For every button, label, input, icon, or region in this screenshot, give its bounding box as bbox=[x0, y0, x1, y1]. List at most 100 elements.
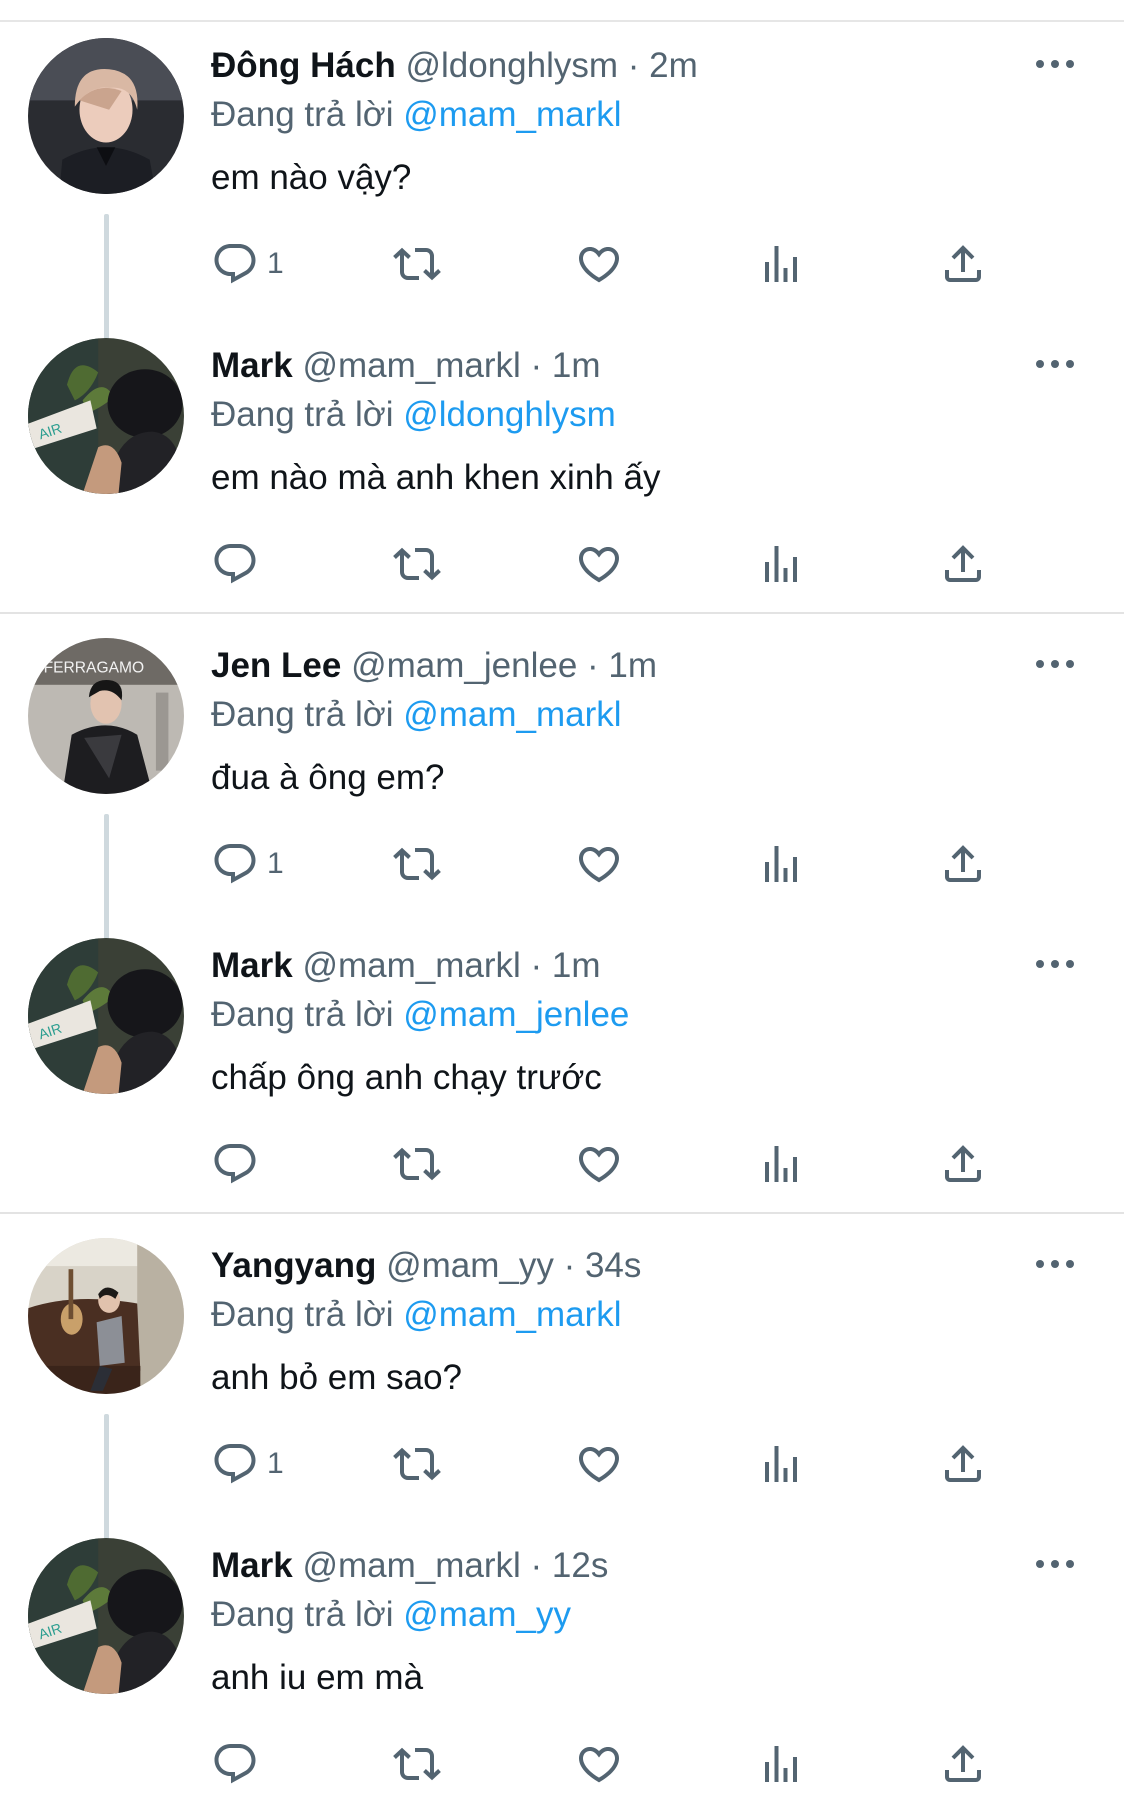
tweet-header: Mark @mam_markl · 1m bbox=[211, 944, 1084, 988]
like-button[interactable] bbox=[575, 1136, 623, 1192]
thread-divider bbox=[0, 1212, 1124, 1214]
tweet[interactable]: Yangyang @mam_yy · 34s Đang trả lời @mam… bbox=[0, 1220, 1124, 1556]
tweet[interactable]: AIR Mark @mam_markl · 1m Đang trả lời @m… bbox=[0, 920, 1124, 1220]
display-name[interactable]: Mark bbox=[211, 1546, 293, 1585]
replying-to-line: Đang trả lời @mam_markl bbox=[211, 93, 1084, 137]
views-button[interactable] bbox=[757, 1436, 805, 1492]
more-options-button[interactable] bbox=[1036, 1554, 1080, 1574]
like-button[interactable] bbox=[575, 1436, 623, 1492]
reply-button[interactable]: 1 bbox=[211, 836, 284, 892]
avatar-mark[interactable]: AIR bbox=[28, 338, 184, 494]
retweet-button[interactable] bbox=[393, 236, 441, 292]
retweet-icon bbox=[393, 547, 441, 581]
reply-button[interactable]: 1 bbox=[211, 236, 284, 292]
reply-count: 1 bbox=[267, 847, 284, 880]
share-button[interactable] bbox=[939, 1136, 987, 1192]
retweet-button[interactable] bbox=[393, 1136, 441, 1192]
display-name[interactable]: Mark bbox=[211, 946, 293, 985]
display-name[interactable]: Mark bbox=[211, 346, 293, 385]
tweet-actions: 1 bbox=[211, 1436, 1011, 1492]
avatar-yangyang[interactable] bbox=[28, 1238, 184, 1394]
more-options-button[interactable] bbox=[1036, 1254, 1080, 1274]
replying-label: Đang trả lời bbox=[211, 995, 394, 1034]
retweet-button[interactable] bbox=[393, 836, 441, 892]
timestamp[interactable]: 12s bbox=[552, 1546, 608, 1585]
reply-icon bbox=[214, 244, 256, 284]
views-icon bbox=[765, 1446, 797, 1482]
more-options-button[interactable] bbox=[1036, 354, 1080, 374]
mention-link[interactable]: @mam_markl bbox=[403, 95, 621, 134]
avatar-donghach[interactable] bbox=[28, 38, 184, 194]
views-button[interactable] bbox=[757, 536, 805, 592]
dot bbox=[1051, 1260, 1059, 1268]
tweet[interactable]: AIR Mark @mam_markl · 1m Đang trả lời @l… bbox=[0, 320, 1124, 620]
user-handle[interactable]: @mam_markl bbox=[302, 346, 520, 385]
display-name[interactable]: Đông Hách bbox=[211, 46, 396, 85]
reply-button[interactable]: 1 bbox=[211, 1436, 284, 1492]
like-button[interactable] bbox=[575, 836, 623, 892]
avatar-mark[interactable]: AIR bbox=[28, 1538, 184, 1694]
more-options-button[interactable] bbox=[1036, 654, 1080, 674]
display-name[interactable]: Yangyang bbox=[211, 1246, 376, 1285]
dot bbox=[1066, 960, 1074, 968]
timestamp[interactable]: 34s bbox=[585, 1246, 641, 1285]
user-handle[interactable]: @ldonghlysm bbox=[405, 46, 618, 85]
reply-button[interactable] bbox=[211, 1136, 267, 1192]
mention-link[interactable]: @mam_markl bbox=[403, 695, 621, 734]
views-button[interactable] bbox=[757, 236, 805, 292]
like-button[interactable] bbox=[575, 1736, 623, 1792]
retweet-button[interactable] bbox=[393, 536, 441, 592]
share-button[interactable] bbox=[939, 836, 987, 892]
more-options-button[interactable] bbox=[1036, 54, 1080, 74]
avatar-jenlee[interactable]: FERRAGAMO bbox=[28, 638, 184, 794]
like-icon bbox=[578, 247, 620, 283]
reply-button[interactable] bbox=[211, 536, 267, 592]
timestamp[interactable]: 1m bbox=[552, 946, 601, 985]
views-icon bbox=[765, 546, 797, 582]
like-icon bbox=[578, 1147, 620, 1183]
like-button[interactable] bbox=[575, 236, 623, 292]
timestamp[interactable]: 2m bbox=[649, 46, 698, 85]
more-options-button[interactable] bbox=[1036, 954, 1080, 974]
like-icon bbox=[578, 547, 620, 583]
mention-link[interactable]: @mam_markl bbox=[403, 1295, 621, 1334]
separator-dot: · bbox=[563, 1246, 576, 1285]
display-name[interactable]: Jen Lee bbox=[211, 646, 341, 685]
reply-button[interactable] bbox=[211, 1736, 267, 1792]
mention-link[interactable]: @mam_yy bbox=[403, 1595, 571, 1634]
retweet-button[interactable] bbox=[393, 1436, 441, 1492]
share-button[interactable] bbox=[939, 536, 987, 592]
timestamp[interactable]: 1m bbox=[608, 646, 657, 685]
share-button[interactable] bbox=[939, 236, 987, 292]
tweet[interactable]: Đông Hách @ldonghlysm · 2m Đang trả lời … bbox=[0, 20, 1124, 356]
share-button[interactable] bbox=[939, 1736, 987, 1792]
avatar-mark[interactable]: AIR bbox=[28, 938, 184, 1094]
tweet-actions bbox=[211, 1136, 1011, 1192]
tweet-text: em nào vậy? bbox=[211, 158, 412, 197]
user-handle[interactable]: @mam_markl bbox=[302, 1546, 520, 1585]
retweet-icon bbox=[393, 1747, 441, 1781]
share-icon bbox=[945, 1445, 981, 1482]
dot bbox=[1066, 360, 1074, 368]
dot bbox=[1036, 360, 1044, 368]
share-icon bbox=[945, 545, 981, 582]
dot bbox=[1066, 60, 1074, 68]
dot bbox=[1036, 660, 1044, 668]
user-handle[interactable]: @mam_yy bbox=[386, 1246, 554, 1285]
tweet[interactable]: FERRAGAMO Jen Lee @mam_jenlee · 1m Đang … bbox=[0, 620, 1124, 956]
retweet-button[interactable] bbox=[393, 1736, 441, 1792]
views-button[interactable] bbox=[757, 1136, 805, 1192]
user-handle[interactable]: @mam_markl bbox=[302, 946, 520, 985]
reply-icon bbox=[214, 544, 256, 584]
like-button[interactable] bbox=[575, 536, 623, 592]
mention-link[interactable]: @ldonghlysm bbox=[403, 395, 616, 434]
replying-label: Đang trả lời bbox=[211, 95, 394, 134]
replying-label: Đang trả lời bbox=[211, 1595, 394, 1634]
mention-link[interactable]: @mam_jenlee bbox=[403, 995, 629, 1034]
user-handle[interactable]: @mam_jenlee bbox=[351, 646, 577, 685]
views-button[interactable] bbox=[757, 836, 805, 892]
tweet[interactable]: AIR Mark @mam_markl · 12s Đang trả lời @… bbox=[0, 1520, 1124, 1820]
views-button[interactable] bbox=[757, 1736, 805, 1792]
timestamp[interactable]: 1m bbox=[552, 346, 601, 385]
share-button[interactable] bbox=[939, 1436, 987, 1492]
